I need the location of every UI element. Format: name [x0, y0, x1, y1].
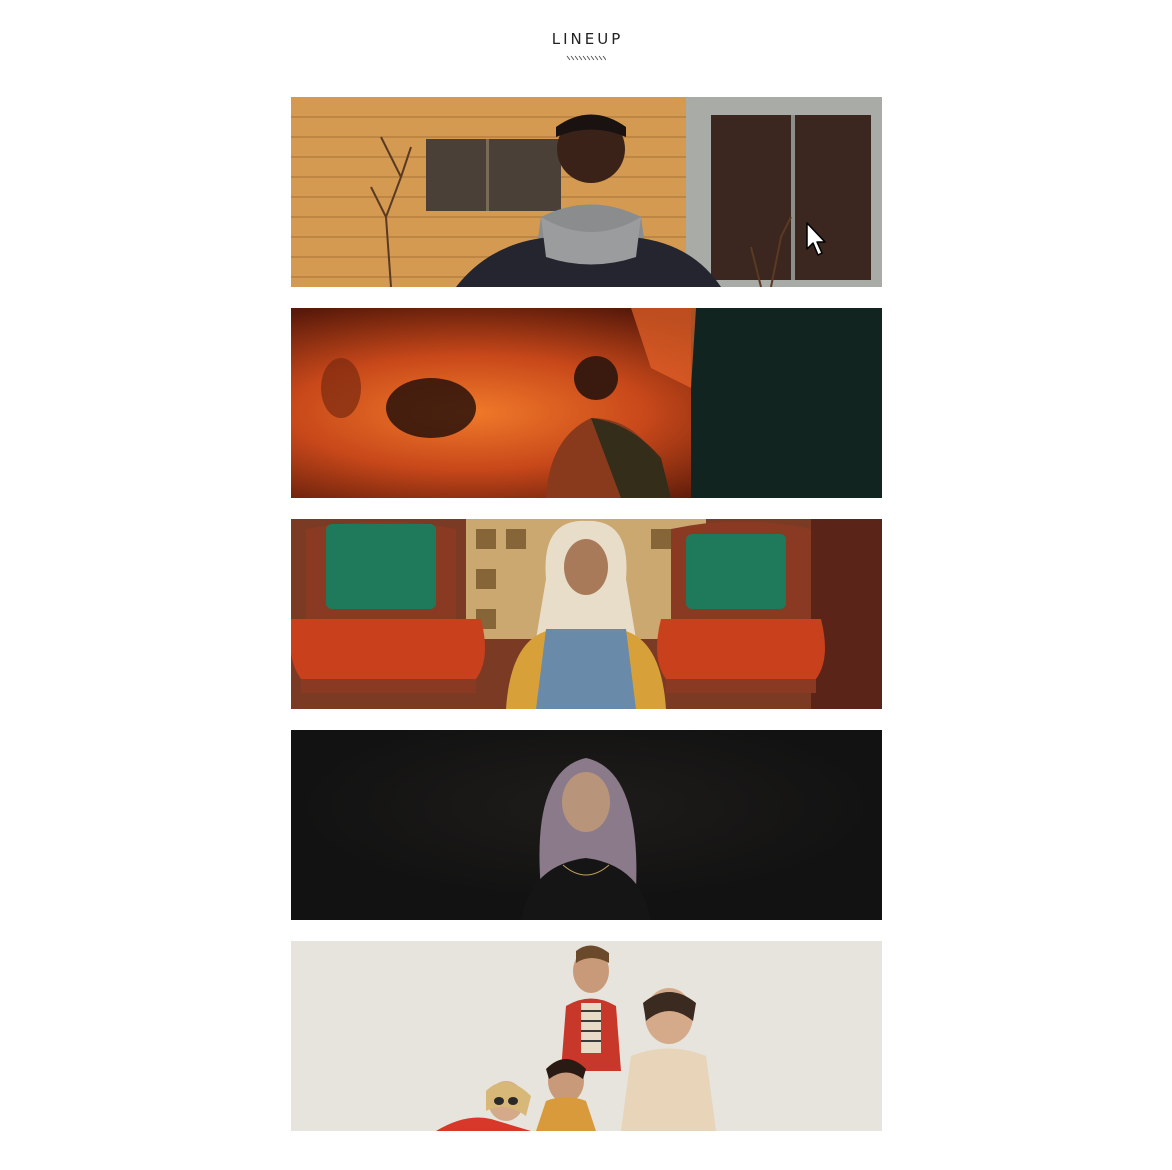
section-header: LINEUP — [0, 30, 1172, 61]
artist-photo-2 — [291, 308, 882, 498]
lineup-card-1[interactable] — [291, 97, 882, 287]
lineup-card-5[interactable] — [291, 941, 882, 1131]
artist-photo-1 — [291, 97, 882, 287]
artist-photo-3 — [291, 519, 882, 709]
lineup-card-3[interactable] — [291, 519, 882, 709]
artist-photo-4 — [291, 730, 882, 920]
lineup-list — [291, 97, 882, 1152]
lineup-card-4[interactable] — [291, 730, 882, 920]
lineup-card-2[interactable] — [291, 308, 882, 498]
artist-photo-5 — [291, 941, 882, 1131]
zigzag-underline-icon — [566, 55, 606, 61]
page-title: LINEUP — [551, 30, 624, 48]
